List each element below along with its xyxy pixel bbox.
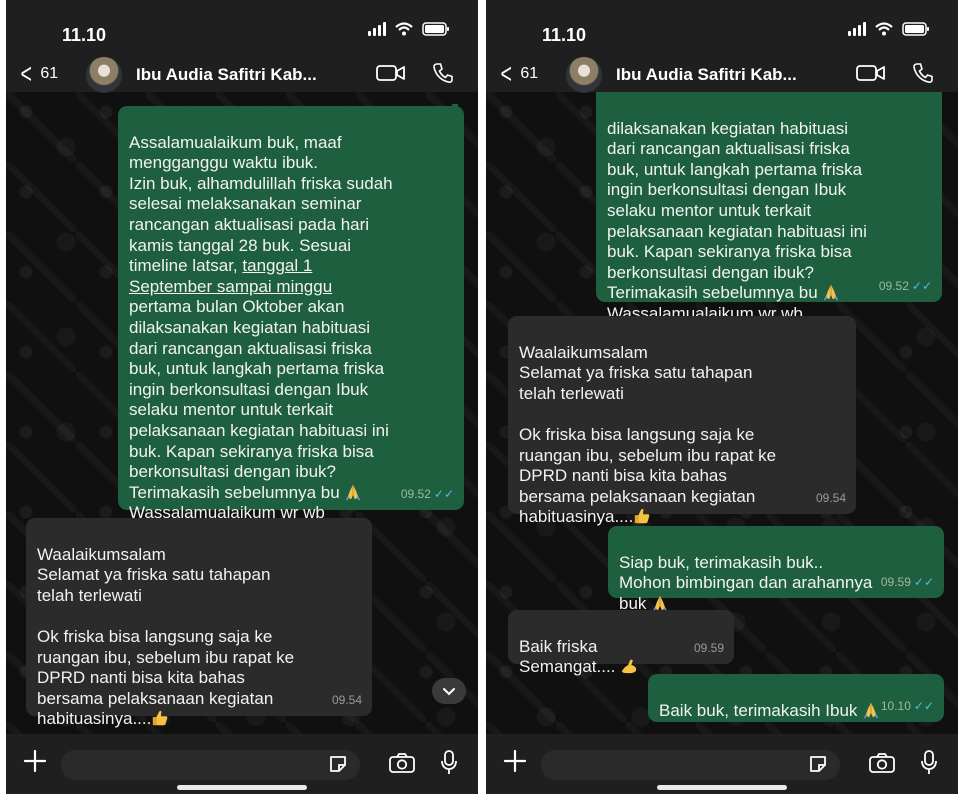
status-bar: 11.10: [486, 0, 958, 56]
status-time: 11.10: [62, 25, 107, 45]
message-meta: 09.52 ✓✓: [401, 484, 454, 505]
read-receipt-icon: ✓✓: [911, 279, 932, 294]
bubble-tail: [452, 104, 458, 128]
unread-count: 61: [520, 65, 539, 82]
flexed-biceps-emoji: [620, 657, 638, 675]
contact-name[interactable]: Ibu Audia Safitri Kab...: [136, 65, 317, 85]
scroll-to-bottom-button[interactable]: [432, 678, 466, 704]
message-text: Waalaikumsalam Selamat ya friska satu ta…: [37, 544, 295, 729]
wifi-icon: [395, 22, 413, 36]
chevron-left-icon: <: [500, 58, 512, 89]
chevron-left-icon: <: [20, 58, 32, 89]
message-bubble-outgoing[interactable]: Siap buk, terimakasih buk.. Mohon bimbin…: [608, 526, 944, 613]
message-bubble-incoming[interactable]: Baik friska Semangat.... 09.59: [508, 610, 734, 676]
folded-hands-emoji: [822, 283, 840, 301]
sticker-icon[interactable]: [808, 754, 828, 774]
message-bubble-outgoing[interactable]: dilaksanakan kegiatan habituasi dari ran…: [596, 92, 942, 323]
signal-icon: [368, 22, 386, 36]
contact-name[interactable]: Ibu Audia Safitri Kab...: [616, 65, 797, 85]
phone-call-icon[interactable]: [432, 62, 454, 84]
system-icons: [848, 22, 930, 36]
back-button[interactable]: < 61: [498, 56, 538, 92]
message-meta: 09.59 ✓✓: [881, 572, 934, 593]
message-time: 09.54: [815, 491, 846, 506]
chevron-down-icon: [443, 688, 455, 696]
composer-bar: [486, 734, 958, 794]
home-indicator: [177, 785, 307, 790]
wifi-icon: [875, 22, 893, 36]
battery-icon: [902, 22, 929, 36]
unread-count: 61: [40, 65, 59, 82]
header-actions: [376, 62, 454, 84]
system-icons: [368, 22, 450, 36]
back-button[interactable]: < 61: [18, 56, 58, 92]
microphone-icon[interactable]: [920, 750, 938, 776]
plus-icon[interactable]: [22, 748, 48, 774]
message-time: 09.52: [400, 487, 431, 502]
camera-icon[interactable]: [868, 752, 896, 774]
message-input[interactable]: [541, 750, 840, 780]
message-bubble-incoming[interactable]: Waalaikumsalam Selamat ya friska satu ta…: [508, 316, 856, 526]
status-bar: 11.10: [6, 0, 478, 56]
message-time: 09.59: [693, 641, 724, 656]
message-input[interactable]: [61, 750, 360, 780]
avatar[interactable]: [566, 57, 602, 93]
message-text: dilaksanakan kegiatan habituasi dari ran…: [607, 118, 867, 303]
message-text-continued: pertama bulan Oktober akan dilaksanakan …: [129, 297, 389, 502]
status-time: 11.10: [542, 25, 587, 45]
signal-icon: [848, 22, 866, 36]
message-meta: 09.54: [816, 488, 846, 509]
chat-header: < 61 Ibu Audia Safitri Kab...: [486, 56, 958, 93]
plus-icon[interactable]: [502, 748, 528, 774]
message-meta: 09.59: [694, 638, 724, 659]
left-phone-screen: 11.10 < 61 Ibu Audia Safitri Kab... Assa…: [6, 0, 478, 794]
message-bubble-outgoing[interactable]: Baik buk, terimakasih Ibuk 10.10 ✓✓: [648, 674, 944, 722]
message-bubble-incoming[interactable]: Waalaikumsalam Selamat ya friska satu ta…: [26, 518, 372, 728]
video-call-icon[interactable]: [856, 63, 886, 83]
microphone-icon[interactable]: [440, 750, 458, 776]
message-meta: 09.52 ✓✓: [879, 276, 932, 297]
message-text: Baik buk, terimakasih Ibuk: [659, 700, 863, 720]
chat-header: < 61 Ibu Audia Safitri Kab...: [6, 56, 478, 93]
phone-call-icon[interactable]: [912, 62, 934, 84]
message-meta: 09.54: [332, 690, 362, 711]
message-time: 09.54: [331, 693, 362, 708]
folded-hands-emoji: [862, 701, 880, 719]
avatar[interactable]: [86, 57, 122, 93]
right-phone-screen: 11.10 < 61 Ibu Audia Safitri Kab... dila…: [486, 0, 958, 794]
header-actions: [856, 62, 934, 84]
read-receipt-icon: ✓✓: [433, 487, 454, 502]
thumbs-up-emoji: [633, 507, 651, 525]
message-text: Assalamualaikum buk, maaf mengganggu wak…: [129, 132, 393, 276]
message-meta: 10.10 ✓✓: [881, 696, 934, 717]
composer-bar: [6, 734, 478, 794]
message-time: 09.52: [878, 279, 909, 294]
sticker-icon[interactable]: [328, 754, 348, 774]
message-text: Baik friska Semangat....: [519, 636, 616, 677]
thumbs-up-emoji: [151, 709, 169, 727]
folded-hands-emoji: [344, 483, 362, 501]
message-text: Waalaikumsalam Selamat ya friska satu ta…: [519, 342, 777, 527]
message-bubble-outgoing[interactable]: Assalamualaikum buk, maaf mengganggu wak…: [118, 104, 464, 522]
message-time: 10.10: [880, 699, 911, 714]
message-time: 09.59: [880, 575, 911, 590]
read-receipt-icon: ✓✓: [913, 575, 934, 590]
read-receipt-icon: ✓✓: [913, 699, 934, 714]
home-indicator: [657, 785, 787, 790]
camera-icon[interactable]: [388, 752, 416, 774]
video-call-icon[interactable]: [376, 63, 406, 83]
battery-icon: [422, 22, 449, 36]
